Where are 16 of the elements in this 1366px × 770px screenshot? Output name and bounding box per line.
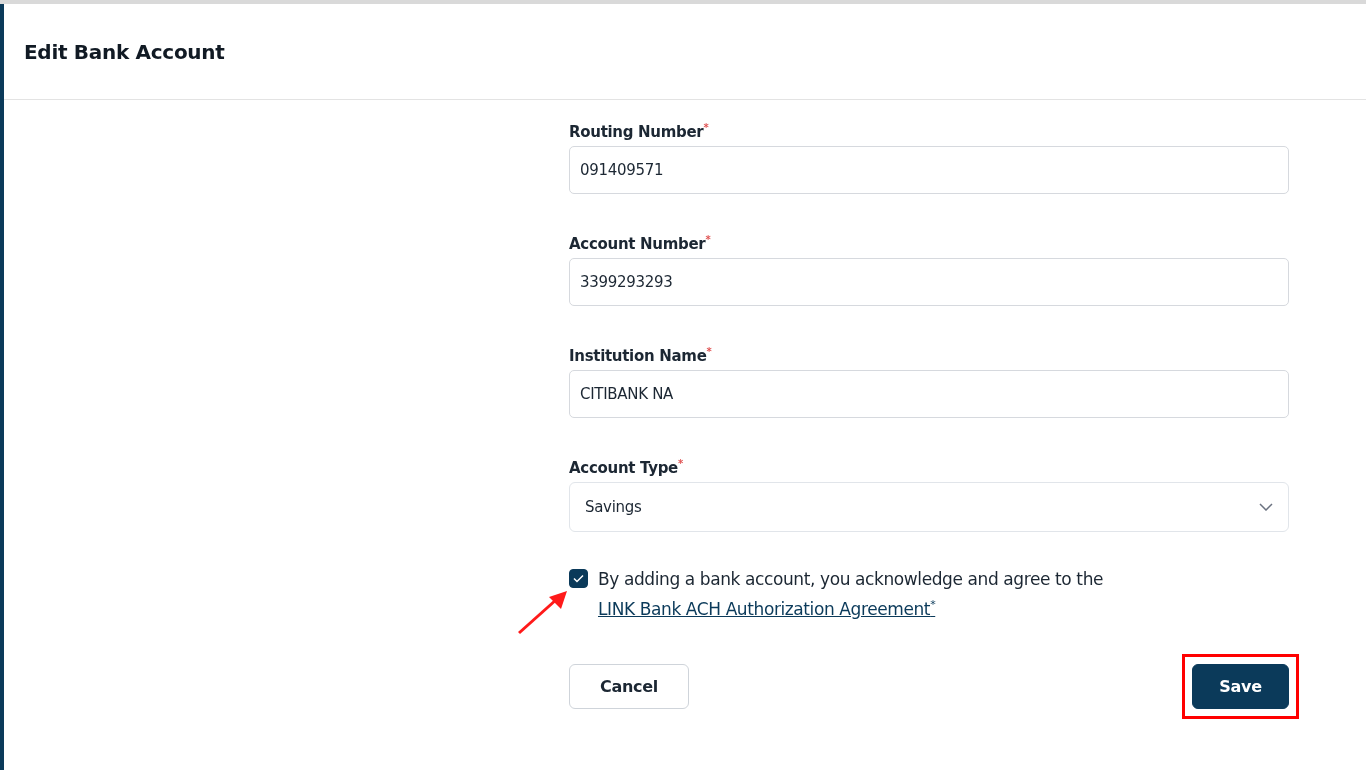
field-label: Institution Name$^{*}$ <box>569 346 713 365</box>
agreement-link[interactable]: LINK Bank ACH Authorization Agreement$^{*}$ <box>598 599 936 619</box>
save-button[interactable]: Save <box>1192 664 1289 709</box>
text-field[interactable]: 091409571 <box>569 146 1289 194</box>
field-label: Account Type$^{*}$ <box>569 458 684 477</box>
cancel-button[interactable]: Cancel <box>569 664 689 709</box>
check-icon <box>573 574 584 583</box>
text-field[interactable]: CITIBANK NA <box>569 370 1289 418</box>
field-label: Account Number$^{*}$ <box>569 234 712 253</box>
agreement-text: By adding a bank account, you acknowledge and agree to the LINK Bank ACH Authorization Agreement$^{*}$ <box>598 568 1105 621</box>
field-label: Routing Number$^{*}$ <box>569 122 710 141</box>
chevron-down-icon <box>1259 503 1273 511</box>
account-type-dropdown[interactable]: Savings <box>569 482 1289 532</box>
page-title: Edit Bank Account <box>24 39 225 64</box>
text-field[interactable]: 3399293293 <box>569 258 1289 306</box>
agreement-checkbox[interactable] <box>569 569 588 588</box>
